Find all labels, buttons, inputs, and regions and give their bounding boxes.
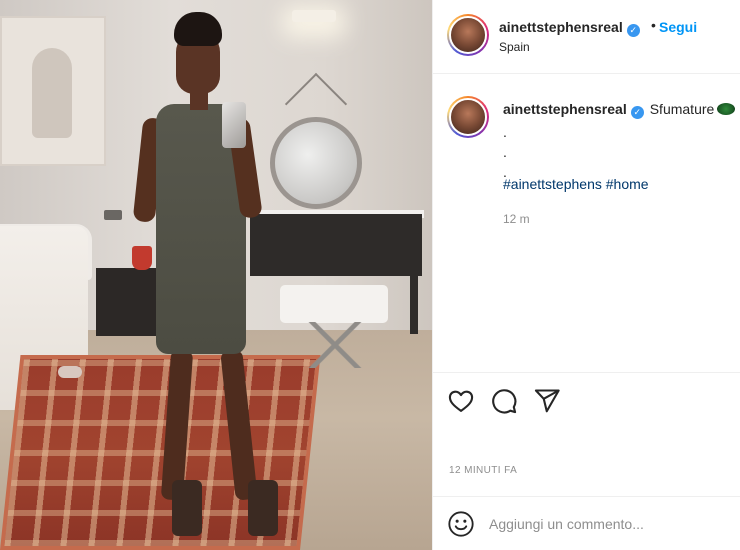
photo-desk-leg [410, 274, 418, 334]
heart-icon[interactable] [447, 387, 475, 415]
post-photo[interactable] [0, 0, 432, 550]
photo-stool-legs [290, 322, 380, 368]
header-avatar[interactable] [447, 14, 489, 56]
share-icon[interactable] [533, 387, 561, 415]
photo-outlet [104, 210, 122, 220]
caption-dot: . [503, 144, 507, 160]
photo-ceiling-lamp [292, 10, 336, 22]
verified-badge-icon: ✓ [626, 24, 640, 37]
caption-text: Sfumature [649, 101, 715, 117]
follow-button[interactable]: Segui [659, 19, 697, 35]
header-username-row: ainettstephensreal ✓ [499, 19, 640, 37]
caption-area: ainettstephensreal ✓ Sfumature . . . #aine… [433, 74, 740, 372]
caption-username[interactable]: ainettstephensreal [503, 101, 627, 117]
caption-dots: . . . [503, 122, 507, 182]
photo-phone [222, 102, 246, 148]
header-separator: • [651, 17, 656, 33]
comment-icon[interactable] [490, 387, 518, 415]
caption-line: ainettstephensreal ✓ Sfumature [503, 101, 736, 119]
post-sidebar: ainettstephensreal ✓ • Segui Spain ainett… [432, 0, 740, 550]
hashtag-link[interactable]: #home [606, 176, 649, 192]
caption-dot: . [503, 124, 507, 140]
post-timestamp[interactable]: 12 MINUTI FA [449, 465, 517, 476]
verified-badge-icon: ✓ [630, 106, 644, 119]
green-heart-emoji-icon [717, 103, 736, 115]
comment-bar [433, 496, 740, 550]
emoji-icon[interactable] [447, 510, 475, 538]
caption-time[interactable]: 12 m [503, 212, 530, 226]
photo-artwork [0, 16, 106, 166]
photo-person [132, 10, 286, 550]
header-username[interactable]: ainettstephensreal [499, 19, 623, 35]
hashtag-link[interactable]: #ainettstephens [503, 176, 602, 192]
caption-hashtags: #ainettstephens #home [503, 176, 649, 192]
post-location[interactable]: Spain [499, 40, 530, 54]
caption-avatar[interactable] [447, 96, 489, 138]
post-actions [433, 372, 740, 428]
photo-slipper [58, 366, 82, 378]
photo-stool [280, 285, 388, 323]
comment-input[interactable] [489, 511, 729, 537]
post-header: ainettstephensreal ✓ • Segui Spain [433, 0, 740, 74]
